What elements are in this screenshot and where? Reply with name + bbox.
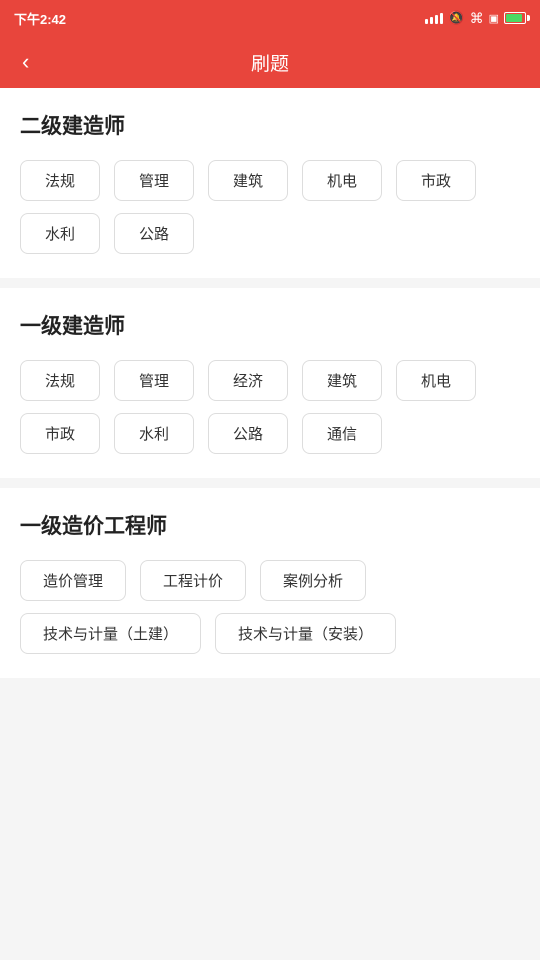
tag-level2-5[interactable]: 水利 bbox=[20, 213, 100, 254]
page-title: 刷题 bbox=[251, 49, 289, 76]
section-level2: 二级建造师法规管理建筑机电市政水利公路 bbox=[0, 88, 540, 278]
section-title-level2: 二级建造师 bbox=[20, 110, 520, 140]
tag-level1-0[interactable]: 法规 bbox=[20, 360, 100, 401]
tag-level1-3[interactable]: 建筑 bbox=[302, 360, 382, 401]
section-cost-engineer: 一级造价工程师造价管理工程计价案例分析技术与计量（土建） 技术与计量（安装） bbox=[0, 488, 540, 678]
tag-level1-1[interactable]: 管理 bbox=[114, 360, 194, 401]
tag-level1-4[interactable]: 机电 bbox=[396, 360, 476, 401]
tag-cost-engineer-3[interactable]: 技术与计量（土建） bbox=[20, 613, 201, 654]
tag-level2-4[interactable]: 市政 bbox=[396, 160, 476, 201]
silent-icon: 🔕 bbox=[448, 10, 464, 26]
tag-level2-3[interactable]: 机电 bbox=[302, 160, 382, 201]
tags-grid-level1: 法规管理经济建筑机电市政水利公路通信 bbox=[20, 360, 520, 454]
battery-icon bbox=[504, 12, 526, 24]
back-button[interactable]: ‹ bbox=[14, 47, 37, 77]
tag-level2-6[interactable]: 公路 bbox=[114, 213, 194, 254]
tag-level2-2[interactable]: 建筑 bbox=[208, 160, 288, 201]
content-area: 二级建造师法规管理建筑机电市政水利公路一级建造师法规管理经济建筑机电市政水利公路… bbox=[0, 88, 540, 678]
page-header: ‹ 刷题 bbox=[0, 36, 540, 88]
tags-grid-cost-engineer: 造价管理工程计价案例分析技术与计量（土建） 技术与计量（安装） bbox=[20, 560, 520, 654]
section-level1: 一级建造师法规管理经济建筑机电市政水利公路通信 bbox=[0, 288, 540, 478]
tag-level1-5[interactable]: 市政 bbox=[20, 413, 100, 454]
tag-level2-0[interactable]: 法规 bbox=[20, 160, 100, 201]
section-title-level1: 一级建造师 bbox=[20, 310, 520, 340]
tag-level1-2[interactable]: 经济 bbox=[208, 360, 288, 401]
tag-level1-6[interactable]: 水利 bbox=[114, 413, 194, 454]
status-bar: 下午2:42 🔕 ⌘ ▣ bbox=[0, 0, 540, 36]
tag-level1-7[interactable]: 公路 bbox=[208, 413, 288, 454]
tag-level2-1[interactable]: 管理 bbox=[114, 160, 194, 201]
status-icons: 🔕 ⌘ ▣ bbox=[425, 10, 526, 27]
tag-cost-engineer-0[interactable]: 造价管理 bbox=[20, 560, 126, 601]
tags-grid-level2: 法规管理建筑机电市政水利公路 bbox=[20, 160, 520, 254]
screen-record-icon: ▣ bbox=[489, 12, 499, 25]
wifi-icon: ⌘ bbox=[470, 10, 484, 27]
tag-level1-8[interactable]: 通信 bbox=[302, 413, 382, 454]
section-title-cost-engineer: 一级造价工程师 bbox=[20, 510, 520, 540]
tag-cost-engineer-1[interactable]: 工程计价 bbox=[140, 560, 246, 601]
tag-cost-engineer-4[interactable]: 技术与计量（安装） bbox=[215, 613, 396, 654]
status-time: 下午2:42 bbox=[14, 9, 66, 28]
tag-cost-engineer-2[interactable]: 案例分析 bbox=[260, 560, 366, 601]
signal-icon bbox=[425, 13, 443, 24]
